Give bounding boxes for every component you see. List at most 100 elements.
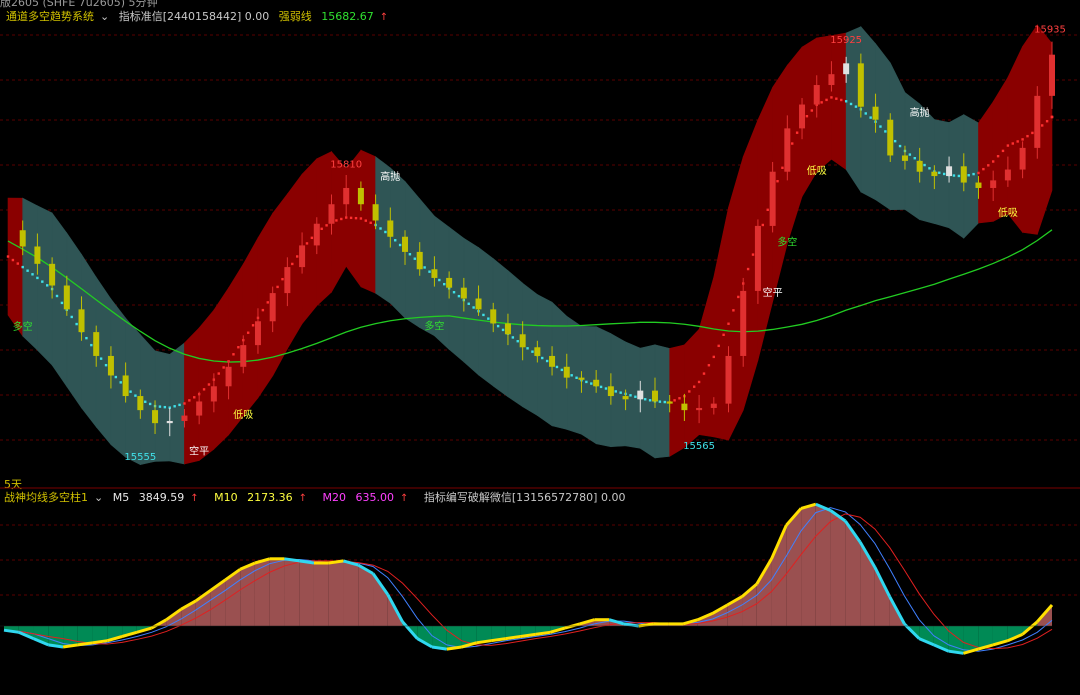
midline-dot: [678, 397, 681, 400]
midline-dot: [496, 324, 500, 328]
midline-dot: [75, 322, 78, 326]
osc-edge-segment: [298, 559, 315, 565]
candle-body: [813, 85, 820, 105]
price-label: 15935: [1034, 24, 1066, 35]
midline-dot: [217, 372, 220, 375]
candle-body: [681, 403, 688, 411]
midline-dot: [727, 322, 730, 325]
price-label: 15565: [683, 441, 715, 452]
midline-dot: [614, 390, 617, 393]
midline-dot: [335, 219, 338, 222]
midline-dot: [688, 390, 691, 393]
candle-body: [990, 180, 997, 188]
midline-dot: [413, 257, 417, 260]
midline-dot: [545, 359, 549, 363]
midline-dot: [394, 239, 397, 242]
osc-edge-segment: [446, 645, 462, 651]
midline-dot: [423, 266, 426, 269]
midline-dot: [457, 294, 461, 298]
midline-dot: [232, 353, 235, 356]
midline-dot: [1045, 120, 1049, 123]
midline-dot: [144, 400, 147, 403]
candle-body: [828, 74, 835, 86]
osc-edge-segment: [92, 639, 108, 645]
midline-dot: [325, 224, 328, 227]
candle-body: [475, 298, 482, 310]
midline-dot: [482, 313, 485, 317]
osc-pos-segment: [343, 560, 359, 626]
candle-body: [166, 420, 173, 424]
midline-dot: [643, 398, 647, 401]
midline-dot: [193, 396, 196, 399]
candle-body: [49, 263, 56, 286]
candle-body: [225, 366, 232, 387]
midline-dot: [452, 291, 456, 294]
midline-dot: [526, 347, 529, 350]
midline-dot: [673, 399, 676, 402]
candle-body: [402, 236, 409, 252]
midline-dot: [820, 101, 823, 104]
candle-body: [960, 166, 967, 183]
candle-body: [328, 204, 335, 224]
midline-dot: [835, 97, 838, 100]
candle-body: [696, 407, 703, 411]
osc-edge-segment: [328, 559, 344, 565]
midline-dot: [590, 382, 593, 385]
midline-dot: [511, 336, 515, 339]
midline-dot: [266, 301, 269, 304]
midline-dot: [173, 405, 176, 408]
candle-body: [372, 204, 379, 221]
candle-body: [343, 187, 350, 205]
candle-body: [725, 355, 732, 404]
midline-dot: [384, 230, 387, 234]
osc-edge-segment: [520, 632, 536, 638]
candle-body: [622, 396, 629, 400]
candle-body: [901, 155, 908, 161]
price-label: 15925: [830, 35, 862, 46]
band-bull-segment: [360, 149, 376, 294]
midline-dot: [202, 388, 206, 391]
midline-dot: [712, 355, 716, 359]
candle-body: [549, 355, 556, 367]
midline-dot: [884, 130, 887, 133]
midline-dot: [599, 385, 603, 389]
band-bull-segment: [198, 309, 215, 462]
midline-dot: [467, 302, 470, 305]
candle-body: [240, 345, 247, 367]
midline-dot: [634, 395, 637, 398]
midline-dot: [761, 223, 765, 227]
midline-dot: [487, 317, 490, 320]
midline-dot: [119, 381, 122, 384]
band-bear-segment: [845, 26, 862, 193]
midline-dot: [555, 365, 559, 369]
midline-dot: [85, 336, 88, 340]
midline-dot: [996, 154, 1000, 158]
candle-body: [78, 309, 85, 333]
midline-dot: [16, 262, 20, 265]
osc-edge-segment: [638, 622, 654, 628]
osc-edge-segment: [431, 645, 448, 651]
osc-edge-segment: [3, 628, 19, 634]
midline-dot: [913, 157, 916, 160]
candle-body: [19, 230, 26, 247]
midline-dot: [443, 282, 446, 286]
midline-dot: [893, 139, 897, 143]
midline-dot: [982, 167, 985, 171]
midline-dot: [114, 375, 118, 379]
midline-dot: [281, 277, 284, 281]
candle-body: [93, 332, 100, 356]
midline-dot: [991, 160, 995, 163]
osc-pos-segment: [830, 510, 846, 626]
candle-body: [446, 277, 453, 288]
chart-canvas[interactable]: 1581015555155651592515935 多空低吸空平高抛多空多空空平…: [0, 0, 1080, 695]
candle-body: [357, 187, 364, 205]
signal-label: 低吸: [233, 408, 253, 421]
midline-dot: [795, 131, 799, 134]
candle-body: [313, 223, 320, 246]
midline-dot: [364, 219, 368, 222]
candle-body: [946, 166, 953, 177]
signal-label: 高抛: [910, 106, 930, 119]
midline-dot: [6, 255, 10, 258]
midline-dot: [379, 227, 382, 230]
midline-dot: [575, 376, 578, 379]
